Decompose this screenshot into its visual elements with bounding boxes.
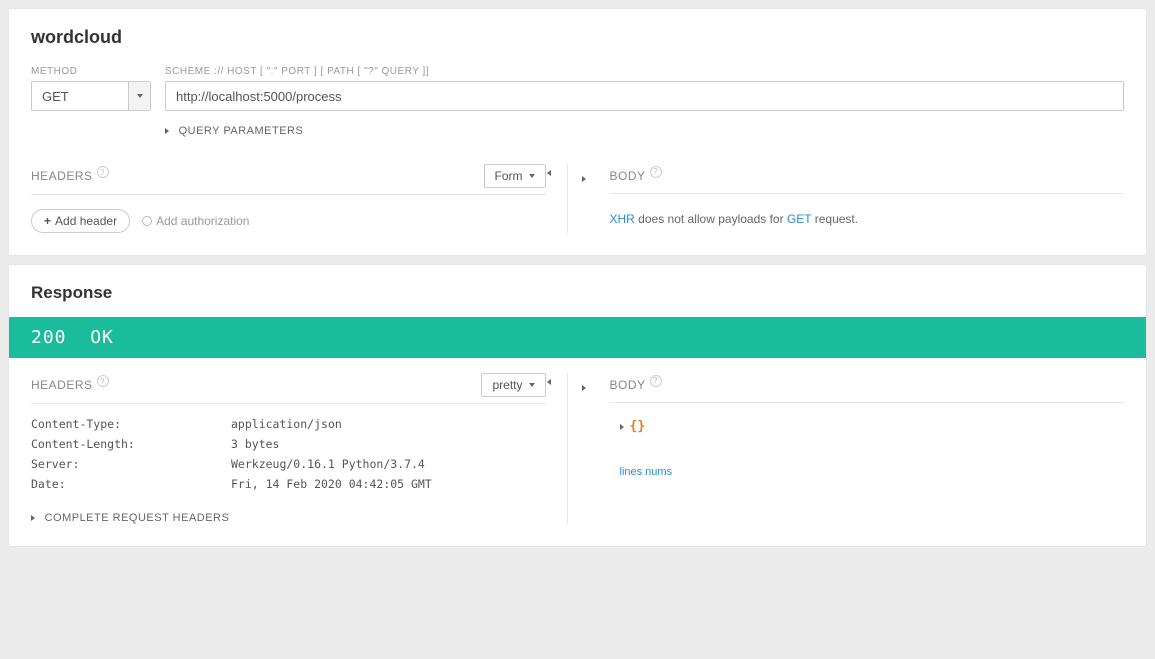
method-dropdown-button[interactable] <box>128 82 150 110</box>
request-body-header: BODY ? <box>610 164 1125 194</box>
plus-icon: + <box>44 214 51 228</box>
help-icon[interactable]: ? <box>650 166 662 178</box>
response-headers-format-value: pretty <box>492 378 522 392</box>
request-body-section: BODY ? XHR does not allow payloads for G… <box>568 164 1125 233</box>
chevron-left-icon <box>547 379 551 385</box>
status-code: 200 <box>31 327 67 348</box>
xhr-link[interactable]: XHR <box>610 212 635 226</box>
response-body: HEADERS ? pretty Content-Type:applicatio… <box>9 358 1146 546</box>
response-headers-header: HEADERS ? pretty <box>31 373 546 404</box>
add-header-label: Add header <box>55 214 117 228</box>
method-label: METHOD <box>31 66 151 77</box>
response-headers-table: Content-Type:application/json Content-Le… <box>31 414 546 494</box>
help-icon[interactable]: ? <box>97 375 109 387</box>
add-header-button[interactable]: + Add header <box>31 209 130 233</box>
expand-right-control[interactable] <box>582 170 586 185</box>
key-icon <box>142 216 152 226</box>
json-body-preview[interactable]: {} <box>620 419 1125 434</box>
response-headers-section: HEADERS ? pretty Content-Type:applicatio… <box>31 373 568 524</box>
chevron-right-icon <box>620 424 624 430</box>
help-icon[interactable]: ? <box>97 166 109 178</box>
header-row: Content-Length:3 bytes <box>31 434 546 454</box>
chevron-right-icon <box>582 385 586 391</box>
response-body-header: BODY ? <box>610 373 1125 403</box>
request-headers-header: HEADERS ? Form <box>31 164 546 195</box>
query-parameters-toggle[interactable]: QUERY PARAMETERS <box>165 125 1124 137</box>
json-root-brace: {} <box>630 419 646 434</box>
lines-nums-toggle[interactable]: lines nums <box>620 466 1125 478</box>
url-label: SCHEME :// HOST [ ":" PORT ] [ PATH [ "?… <box>165 66 1124 77</box>
headers-body-row: HEADERS ? Form + Add header Add authoriz… <box>31 163 1124 233</box>
request-panel: wordcloud METHOD GET SCHEME :// HOST [ "… <box>8 8 1147 256</box>
get-link[interactable]: GET <box>787 212 811 226</box>
chevron-right-icon <box>582 176 586 182</box>
response-body-label: BODY ? <box>610 378 662 392</box>
response-headers-label: HEADERS ? <box>31 378 109 392</box>
headers-format-value: Form <box>495 169 523 183</box>
help-icon[interactable]: ? <box>650 375 662 387</box>
headers-label: HEADERS ? <box>31 169 109 183</box>
body-warning-message: XHR does not allow payloads for GET requ… <box>610 212 1125 226</box>
chevron-right-icon <box>31 515 35 521</box>
response-headers-body-row: HEADERS ? pretty Content-Type:applicatio… <box>31 372 1124 524</box>
url-row: METHOD GET SCHEME :// HOST [ ":" PORT ] … <box>31 66 1124 111</box>
collapse-left-control[interactable] <box>532 164 568 233</box>
status-bar: 200 OK <box>9 317 1146 358</box>
header-row: Content-Type:application/json <box>31 414 546 434</box>
query-parameters-label: QUERY PARAMETERS <box>179 125 304 137</box>
chevron-down-icon <box>137 94 143 98</box>
request-title: wordcloud <box>31 27 1124 48</box>
header-actions: + Add header Add authorization <box>31 209 546 233</box>
header-row: Server:Werkzeug/0.16.1 Python/3.7.4 <box>31 454 546 474</box>
chevron-left-icon <box>547 170 551 176</box>
add-authorization-label: Add authorization <box>156 214 249 228</box>
response-body-section: BODY ? {} lines nums <box>568 373 1125 524</box>
collapse-left-control[interactable] <box>532 373 568 524</box>
complete-request-headers-toggle[interactable]: COMPLETE REQUEST HEADERS <box>31 512 546 524</box>
response-title: Response <box>9 265 1146 317</box>
method-value: GET <box>32 82 128 110</box>
expand-right-control[interactable] <box>582 379 586 394</box>
method-column: METHOD GET <box>31 66 151 111</box>
add-authorization-link[interactable]: Add authorization <box>142 214 249 228</box>
status-text: OK <box>90 327 114 348</box>
request-headers-section: HEADERS ? Form + Add header Add authoriz… <box>31 164 568 233</box>
chevron-right-icon <box>165 128 169 134</box>
body-label: BODY ? <box>610 169 662 183</box>
method-select[interactable]: GET <box>31 81 151 111</box>
url-input[interactable] <box>165 81 1124 111</box>
url-column: SCHEME :// HOST [ ":" PORT ] [ PATH [ "?… <box>165 66 1124 111</box>
response-panel: Response 200 OK HEADERS ? pretty <box>8 264 1147 547</box>
header-row: Date:Fri, 14 Feb 2020 04:42:05 GMT <box>31 474 546 494</box>
